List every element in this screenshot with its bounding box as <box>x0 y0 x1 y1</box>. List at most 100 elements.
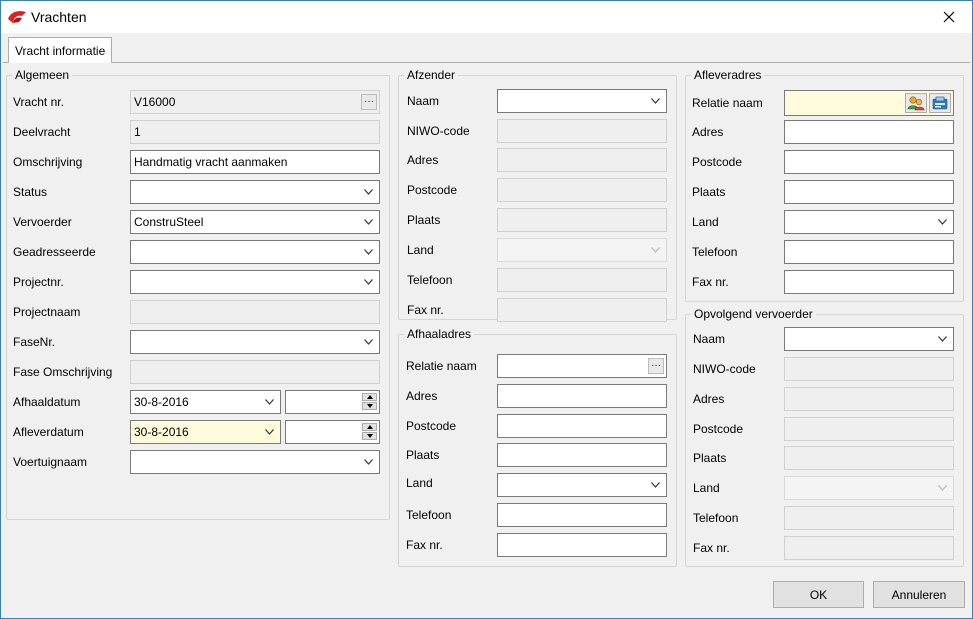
label-opv-fax: Fax nr. <box>693 541 730 555</box>
label-afhaal-telefoon: Telefoon <box>406 508 452 522</box>
afzender-postcode-field[interactable] <box>497 178 667 202</box>
opv-telefoon-field[interactable] <box>784 506 954 530</box>
label-aflever-relatie: Relatie naam <box>692 96 763 110</box>
spin-up-icon[interactable] <box>362 393 377 401</box>
deelvracht-field[interactable]: 1 <box>130 120 380 144</box>
tab-strip: Vracht informatie <box>1 33 972 63</box>
aflever-plaats-input[interactable] <box>784 180 954 204</box>
label-afhaal-land: Land <box>406 476 433 490</box>
label-deelvracht: Deelvracht <box>13 125 71 139</box>
afhaal-relatie-input[interactable]: ··· <box>497 354 667 378</box>
opv-niwo-field[interactable] <box>784 357 954 381</box>
projectnaam-field[interactable] <box>130 300 380 324</box>
address-book-icon[interactable] <box>929 93 951 113</box>
label-afleverdatum: Afleverdatum <box>13 425 84 439</box>
afhaaltijd-spinner[interactable] <box>285 390 380 414</box>
aflevertijd-spinner[interactable] <box>285 420 380 444</box>
opv-adres-field[interactable] <box>784 387 954 411</box>
contacts-icon[interactable] <box>905 93 927 113</box>
label-voertuignaam: Voertuignaam <box>13 455 88 469</box>
afhaal-adres-input[interactable] <box>497 384 667 408</box>
afhaal-postcode-input[interactable] <box>497 414 667 438</box>
opv-naam-select[interactable] <box>784 327 954 351</box>
afzender-niwo-field[interactable] <box>497 119 667 143</box>
label-afhaaldatum: Afhaaldatum <box>13 395 81 409</box>
opv-postcode-field[interactable] <box>784 417 954 441</box>
group-opvolgend-legend: Opvolgend vervoerder <box>694 307 813 321</box>
spin-buttons[interactable] <box>362 393 377 411</box>
afhaaldatum-picker[interactable]: 30-8-2016 <box>130 390 281 414</box>
voertuignaam-select[interactable] <box>130 450 380 474</box>
chevron-down-icon <box>651 98 660 104</box>
omschrijving-input[interactable]: Handmatig vracht aanmaken <box>130 150 380 174</box>
spin-down-icon[interactable] <box>362 432 377 440</box>
fase-omschrijving-field[interactable] <box>130 360 380 384</box>
label-aflever-fax: Fax nr. <box>692 275 729 289</box>
label-fase-omschrijving: Fase Omschrijving <box>13 365 113 379</box>
label-omschrijving: Omschrijving <box>13 155 83 169</box>
label-projectnr: Projectnr. <box>13 275 64 289</box>
projectnr-select[interactable] <box>130 270 380 294</box>
afhaal-land-select[interactable] <box>497 473 667 497</box>
ellipsis-icon[interactable]: ··· <box>648 358 664 374</box>
cancel-button[interactable]: Annuleren <box>873 581 965 608</box>
afzender-telefoon-field[interactable] <box>497 268 667 292</box>
label-opv-plaats: Plaats <box>693 451 727 465</box>
label-afzender-telefoon: Telefoon <box>407 273 453 287</box>
afleverdatum-picker[interactable]: 30-8-2016 <box>130 420 281 444</box>
aflever-relatie-input[interactable] <box>784 90 954 116</box>
vracht-nr-value: V16000 <box>134 95 176 109</box>
afzender-fax-field[interactable] <box>497 298 667 322</box>
label-afzender-land: Land <box>407 243 434 257</box>
chevron-down-icon <box>651 247 660 253</box>
label-afzender-naam: Naam <box>407 94 440 108</box>
label-afzender-fax: Fax nr. <box>407 303 444 317</box>
label-afhaal-fax: Fax nr. <box>406 538 443 552</box>
geadresseerde-select[interactable] <box>130 240 380 264</box>
label-opv-land: Land <box>693 481 720 495</box>
afleverdatum-value: 30-8-2016 <box>134 425 189 439</box>
aflever-postcode-input[interactable] <box>784 150 954 174</box>
label-aflever-plaats: Plaats <box>692 185 726 199</box>
group-afleveradres-legend: Afleveradres <box>694 68 762 82</box>
vervoerder-select[interactable]: ConstruSteel <box>130 210 380 234</box>
status-select[interactable] <box>130 180 380 204</box>
close-button[interactable] <box>926 1 972 33</box>
spin-buttons[interactable] <box>362 423 377 441</box>
afzender-land-select[interactable] <box>497 238 667 262</box>
afzender-naam-select[interactable] <box>497 89 667 113</box>
label-aflever-postcode: Postcode <box>692 155 743 169</box>
opv-land-select[interactable] <box>784 476 954 500</box>
chevron-down-icon <box>938 485 947 491</box>
label-geadresseerde: Geadresseerde <box>13 245 96 259</box>
spin-down-icon[interactable] <box>362 402 377 410</box>
aflever-telefoon-input[interactable] <box>784 240 954 264</box>
label-opv-postcode: Postcode <box>693 422 744 436</box>
opv-fax-field[interactable] <box>784 536 954 560</box>
deelvracht-value: 1 <box>134 125 141 139</box>
ok-button[interactable]: OK <box>773 581 864 608</box>
opv-plaats-field[interactable] <box>784 446 954 470</box>
tab-panel: Algemeen Vracht nr. V16000 ··· Deelvrach… <box>3 62 970 576</box>
label-afzender-adres: Adres <box>407 153 439 167</box>
aflever-fax-input[interactable] <box>784 270 954 294</box>
vracht-nr-field[interactable]: V16000 ··· <box>130 90 380 114</box>
label-aflever-telefoon: Telefoon <box>692 245 738 259</box>
spin-up-icon[interactable] <box>362 423 377 431</box>
afzender-plaats-field[interactable] <box>497 208 667 232</box>
afhaal-telefoon-input[interactable] <box>497 503 667 527</box>
aflever-adres-input[interactable] <box>784 120 954 144</box>
fasenr-select[interactable] <box>130 330 380 354</box>
chevron-down-icon <box>364 219 373 225</box>
label-vracht-nr: Vracht nr. <box>13 95 64 109</box>
afzender-adres-field[interactable] <box>497 148 667 172</box>
afhaal-fax-input[interactable] <box>497 533 667 557</box>
label-afzender-niwo: NIWO-code <box>407 124 470 138</box>
window-title: Vrachten <box>31 9 87 25</box>
tab-vracht-informatie[interactable]: Vracht informatie <box>8 37 113 63</box>
ellipsis-icon[interactable]: ··· <box>361 94 377 110</box>
label-afhaal-plaats: Plaats <box>406 448 440 462</box>
label-afzender-plaats: Plaats <box>407 213 441 227</box>
afhaal-plaats-input[interactable] <box>497 443 667 467</box>
aflever-land-select[interactable] <box>784 210 954 234</box>
